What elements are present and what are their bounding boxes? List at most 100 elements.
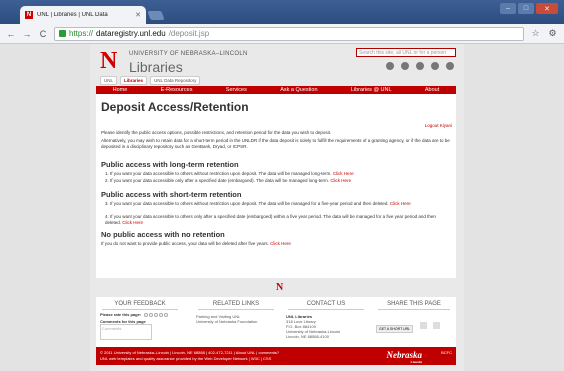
- option-4-link[interactable]: Click Here: [122, 220, 143, 225]
- page-viewport: N UNIVERSITY OF NEBRASKA–LINCOLN Librari…: [0, 44, 564, 371]
- star-icon[interactable]: [144, 312, 149, 317]
- url-path: /deposit.jsp: [168, 29, 210, 38]
- no-access-text: If you do not want to provide public acc…: [101, 241, 269, 246]
- breadcrumb-data-repository[interactable]: UNL Data Repository: [150, 76, 201, 85]
- feedback-icon[interactable]: [416, 62, 424, 70]
- maximize-button[interactable]: □: [518, 3, 534, 14]
- main-content: Deposit Access/Retention Logout Kiyani P…: [96, 94, 456, 278]
- back-arrow-icon[interactable]: ←: [6, 29, 16, 39]
- star-icon[interactable]: [159, 312, 164, 317]
- footer-bar: © 2011 University of Nebraska–Lincoln | …: [96, 347, 456, 365]
- url-scheme: https://: [69, 29, 94, 38]
- contact-line-5: Lincoln, NE 68588-4100: [286, 334, 329, 339]
- nav-about[interactable]: About: [425, 87, 439, 93]
- contact-column: CONTACT US UNL Libraries 318 Love Librar…: [286, 301, 366, 339]
- nav-ask-a-question[interactable]: Ask a Question: [280, 87, 317, 93]
- share-icon[interactable]: [401, 62, 409, 70]
- list-item: 4. If you want your data accessible to o…: [105, 214, 449, 226]
- copyright-line-2: UNL web templates and quality assurance …: [100, 355, 272, 361]
- list-item: 3. If you want your data accessible to o…: [105, 201, 449, 207]
- tab-title: UNL | Libraries | UNL Data: [37, 12, 108, 18]
- option-2-link[interactable]: Click Here: [330, 178, 351, 183]
- browser-titlebar: N UNL | Libraries | UNL Data ✕ – □ ✕: [0, 0, 564, 24]
- breadcrumb-unl[interactable]: UNL: [100, 76, 118, 85]
- browser-tab[interactable]: N UNL | Libraries | UNL Data ✕: [20, 6, 146, 24]
- unit-name[interactable]: Libraries: [129, 59, 183, 75]
- url-host: dataregistry.unl.edu: [96, 29, 166, 38]
- star-icon[interactable]: [149, 312, 154, 317]
- validation-badge: BCFC: [441, 350, 452, 355]
- option-3-text: 3. If you want your data accessible to o…: [105, 201, 389, 206]
- section-long-term: Public access with long-term retention: [101, 160, 239, 169]
- divider: [378, 309, 450, 310]
- twitter-icon[interactable]: [433, 322, 441, 330]
- directory-icon[interactable]: [431, 62, 439, 70]
- divider: [288, 309, 364, 310]
- breadcrumb-libraries[interactable]: Libraries: [120, 76, 148, 85]
- print-icon[interactable]: [386, 62, 394, 70]
- option-2-text: 2. If you want your data accessible only…: [105, 178, 330, 183]
- share-column: SHARE THIS PAGE GET A SHORT URL: [376, 301, 452, 335]
- reload-icon[interactable]: C: [38, 29, 48, 39]
- copyright-line-1: © 2011 University of Nebraska–Lincoln | …: [100, 350, 280, 355]
- university-name[interactable]: UNIVERSITY OF NEBRASKA–LINCOLN: [129, 51, 248, 57]
- browser-toolbar: ← → C https://dataregistry.unl.edu/depos…: [0, 24, 564, 44]
- rate-label: Please rate this page:: [100, 312, 180, 317]
- close-window-button[interactable]: ✕: [536, 3, 558, 14]
- nav-libraries-at-unl[interactable]: Libraries @ UNL: [351, 87, 392, 93]
- feedback-column: YOUR FEEDBACK Please rate this page: Com…: [100, 301, 180, 340]
- related-title: RELATED LINKS: [212, 301, 260, 307]
- feedback-title: YOUR FEEDBACK: [114, 301, 166, 307]
- intro-text: Please identify the public access option…: [101, 130, 451, 150]
- option-1-link[interactable]: Click Here: [333, 171, 354, 176]
- unl-logo[interactable]: N: [100, 49, 122, 73]
- header-tools: [386, 62, 454, 70]
- divider: [198, 309, 274, 310]
- new-tab-button[interactable]: [147, 11, 165, 20]
- logout-link[interactable]: Logout Kiyani: [425, 123, 452, 128]
- share-tools: GET A SHORT URL: [376, 317, 452, 335]
- footer-panel: YOUR FEEDBACK Please rate this page: Com…: [96, 297, 456, 347]
- copyright-text: © 2011 University of Nebraska–Lincoln | …: [100, 350, 279, 361]
- home-icon[interactable]: [446, 62, 454, 70]
- intro-paragraph-2: Alternatively, you may wish to retain da…: [101, 138, 450, 149]
- share-title: SHARE THIS PAGE: [387, 301, 441, 307]
- window-controls: – □ ✕: [500, 3, 558, 14]
- no-access-link[interactable]: Click Here: [270, 241, 291, 246]
- address-bar[interactable]: https://dataregistry.unl.edu/deposit.jsp: [54, 26, 524, 41]
- section-no-access: No public access with no retention: [101, 230, 225, 239]
- footer-unl-logo: N: [276, 282, 284, 293]
- nav-services[interactable]: Services: [226, 87, 247, 93]
- list-item: 2. If you want your data accessible only…: [105, 178, 449, 184]
- option-3-link[interactable]: Click Here: [390, 201, 411, 206]
- forward-arrow-icon[interactable]: →: [22, 29, 32, 39]
- main-nav: Home E-Resources Services Ask a Question…: [96, 86, 456, 94]
- page-title: Deposit Access/Retention: [101, 100, 249, 114]
- facebook-icon[interactable]: [419, 322, 427, 330]
- option-1-text: 1. If you want your data accessible to o…: [105, 171, 332, 176]
- lock-icon: [59, 30, 66, 37]
- short-url-button[interactable]: GET A SHORT URL: [376, 325, 414, 333]
- star-icon[interactable]: [154, 312, 159, 317]
- nav-home[interactable]: Home: [113, 87, 128, 93]
- star-icon[interactable]: [164, 312, 169, 317]
- comments-input[interactable]: Comments: [100, 324, 152, 340]
- unl-favicon-icon: N: [25, 11, 33, 19]
- nebraska-wordmark[interactable]: Nebraska Lincoln: [387, 350, 423, 364]
- minimize-button[interactable]: –: [500, 3, 516, 14]
- bookmark-star-icon[interactable]: ☆: [530, 28, 541, 39]
- nav-e-resources[interactable]: E-Resources: [161, 87, 193, 93]
- site-search-input[interactable]: Search this site, all UNL or for a perso…: [356, 48, 456, 57]
- intro-paragraph-1: Please identify the public access option…: [101, 130, 332, 135]
- rating-stars[interactable]: [144, 312, 169, 317]
- related-link-foundation[interactable]: University of Nebraska Foundation: [196, 319, 276, 324]
- list-item: If you do not want to provide public acc…: [101, 241, 445, 247]
- list-item: 1. If you want your data accessible to o…: [105, 171, 449, 177]
- tab-close-icon[interactable]: ✕: [135, 11, 141, 19]
- comments-label: Comments for this page: [100, 319, 146, 324]
- contact-title: CONTACT US: [306, 301, 346, 307]
- wrench-menu-icon[interactable]: ⚙: [547, 28, 558, 39]
- divider: [102, 309, 178, 310]
- related-column: RELATED LINKS Parking and Visiting UNL U…: [196, 301, 276, 324]
- option-4-text: 4. If you want your data accessible to o…: [105, 214, 436, 225]
